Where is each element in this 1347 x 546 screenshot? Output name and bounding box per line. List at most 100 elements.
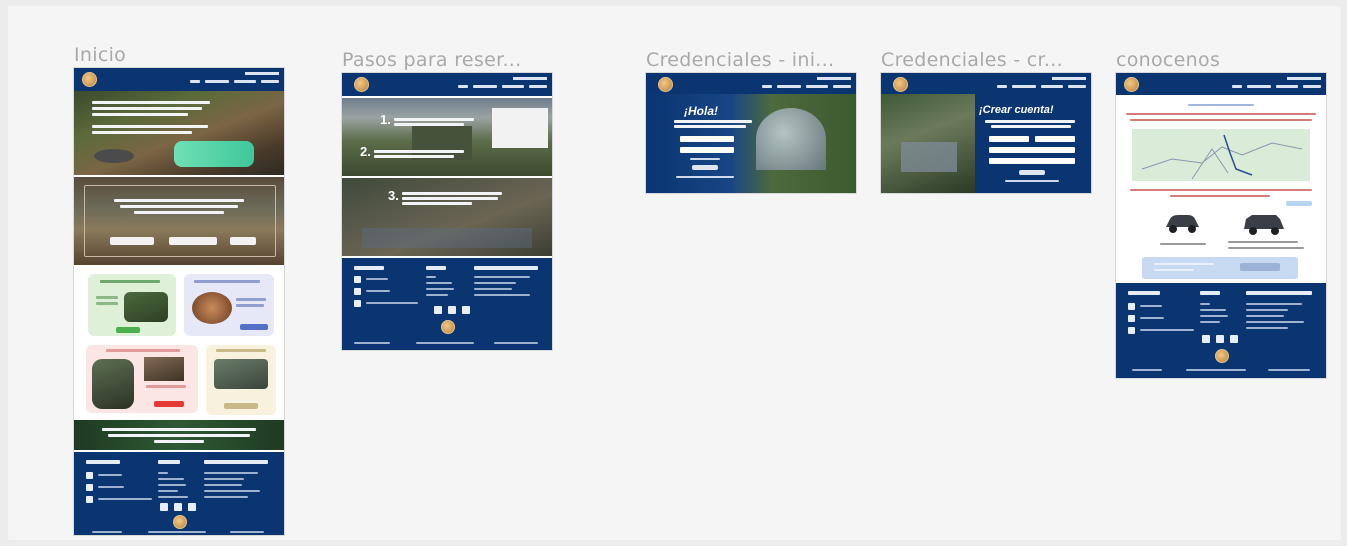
- logo-icon: [658, 77, 673, 92]
- site-footer: [1116, 283, 1326, 378]
- menu-item[interactable]: [762, 85, 772, 88]
- site-footer: [74, 452, 284, 535]
- card-green[interactable]: [88, 274, 176, 336]
- signup-photo: [881, 94, 975, 193]
- menu-item[interactable]: [777, 85, 801, 88]
- frame-inicio[interactable]: [74, 68, 284, 535]
- logo-icon: [893, 77, 908, 92]
- card-lilac[interactable]: [184, 274, 274, 336]
- menu-item[interactable]: [190, 80, 200, 83]
- login-instead-link[interactable]: [1005, 180, 1059, 182]
- main-menu: [458, 85, 547, 88]
- signup-password-field[interactable]: [989, 158, 1075, 164]
- login-button[interactable]: [692, 165, 718, 170]
- menu-item[interactable]: [234, 80, 256, 83]
- site-header: [74, 68, 284, 91]
- info-button[interactable]: [1286, 201, 1312, 206]
- menu-item[interactable]: [806, 85, 828, 88]
- card-red[interactable]: [86, 345, 198, 413]
- design-canvas: Inicio Pasos para reser... Credenciales …: [8, 6, 1341, 540]
- logo-icon: [1124, 77, 1139, 92]
- facebook-icon[interactable]: [434, 306, 442, 314]
- card-red-button[interactable]: [154, 401, 184, 407]
- signup-email-field[interactable]: [989, 147, 1075, 153]
- main-menu: [1232, 85, 1321, 88]
- frame-label-inicio[interactable]: Inicio: [74, 44, 126, 66]
- menu-item[interactable]: [458, 85, 468, 88]
- mail-icon: [354, 288, 361, 295]
- menu-item[interactable]: [1012, 85, 1036, 88]
- hot-tub: [174, 141, 254, 167]
- facebook-icon[interactable]: [160, 503, 168, 511]
- frame-label-credenciales-inicio[interactable]: Credenciales - ini...: [646, 49, 834, 71]
- forgot-password-link[interactable]: [690, 158, 720, 160]
- tiktok-icon[interactable]: [462, 306, 470, 314]
- instagram-icon[interactable]: [174, 503, 182, 511]
- password-field[interactable]: [680, 147, 734, 153]
- menu-item[interactable]: [502, 85, 524, 88]
- login-hero: ¡Hola!: [646, 94, 856, 193]
- login-link[interactable]: [245, 72, 279, 75]
- frame-label-pasos[interactable]: Pasos para reser...: [342, 49, 521, 71]
- menu-item[interactable]: [833, 85, 851, 88]
- login-link[interactable]: [1287, 77, 1321, 80]
- card-gold-button[interactable]: [224, 403, 258, 409]
- location-button[interactable]: [230, 237, 256, 245]
- frame-credenciales-inicio[interactable]: ¡Hola!: [646, 73, 856, 193]
- mail-icon: [86, 484, 93, 491]
- site-header: [1116, 73, 1326, 95]
- site-footer: [342, 258, 552, 350]
- forest-banner: [74, 420, 284, 450]
- menu-item[interactable]: [529, 85, 547, 88]
- tiktok-icon[interactable]: [1230, 335, 1238, 343]
- location-icon: [354, 300, 361, 307]
- tiktok-icon[interactable]: [188, 503, 196, 511]
- signup-button[interactable]: [1019, 170, 1045, 175]
- contact-button[interactable]: [1240, 263, 1280, 271]
- menu-item[interactable]: [1041, 85, 1063, 88]
- frame-pasos[interactable]: 1. 2. 3.: [342, 73, 552, 350]
- frame-conocenos[interactable]: [1116, 73, 1326, 378]
- site-header: [646, 73, 856, 94]
- login-link[interactable]: [817, 77, 851, 80]
- create-account-link[interactable]: [676, 176, 734, 178]
- step-number-2: 2.: [360, 144, 371, 159]
- card-gold[interactable]: [206, 345, 276, 415]
- menu-item[interactable]: [1068, 85, 1086, 88]
- site-header: [881, 73, 1091, 94]
- frame-label-conocenos[interactable]: conocenos: [1116, 49, 1220, 71]
- facebook-icon[interactable]: [1202, 335, 1210, 343]
- card-green-button[interactable]: [116, 327, 140, 333]
- main-menu: [997, 85, 1086, 88]
- name-field[interactable]: [989, 136, 1029, 142]
- instagram-icon[interactable]: [448, 306, 456, 314]
- phone-icon: [86, 472, 93, 479]
- lastname-field[interactable]: [1035, 136, 1075, 142]
- login-link[interactable]: [513, 77, 547, 80]
- menu-item[interactable]: [1303, 85, 1321, 88]
- instagram-icon[interactable]: [1216, 335, 1224, 343]
- steps-image-2: 3.: [342, 178, 552, 256]
- menu-item[interactable]: [1247, 85, 1271, 88]
- email-field[interactable]: [680, 136, 734, 142]
- frame-credenciales-crear[interactable]: ¡Crear cuenta!: [881, 73, 1091, 193]
- valley-section: [74, 177, 284, 265]
- menu-item[interactable]: [261, 80, 279, 83]
- menu-item[interactable]: [205, 80, 229, 83]
- mail-button[interactable]: [169, 237, 217, 245]
- signup-title: ¡Crear cuenta!: [979, 104, 1054, 116]
- phone-button[interactable]: [110, 237, 154, 245]
- menu-item[interactable]: [1276, 85, 1298, 88]
- route-map[interactable]: [1132, 129, 1310, 181]
- card-lilac-button[interactable]: [240, 324, 268, 330]
- menu-item[interactable]: [473, 85, 497, 88]
- step-number-3: 3.: [388, 188, 399, 203]
- hero-image: [74, 91, 284, 175]
- login-link[interactable]: [1052, 77, 1086, 80]
- steps-image-1: 1. 2.: [342, 98, 552, 176]
- menu-item[interactable]: [1232, 85, 1242, 88]
- contact-banner[interactable]: [1142, 257, 1298, 279]
- about-heading: [1188, 104, 1254, 106]
- menu-item[interactable]: [997, 85, 1007, 88]
- frame-label-credenciales-crear[interactable]: Credenciales - cr...: [881, 49, 1063, 71]
